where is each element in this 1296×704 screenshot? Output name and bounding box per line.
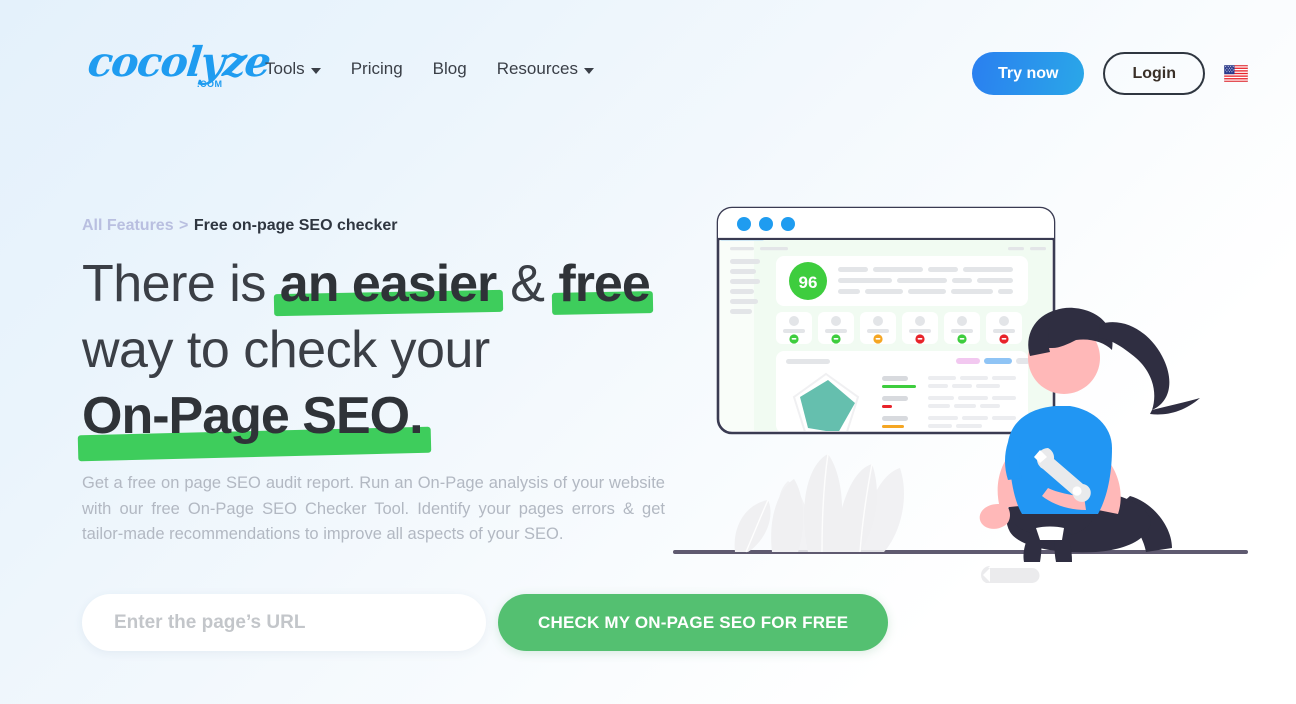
window-dot-3 xyxy=(781,217,795,231)
headline-highlight-seo: On-Page SEO. xyxy=(82,383,424,449)
headline-highlight-free: free xyxy=(558,251,650,317)
chevron-down-icon xyxy=(310,67,321,74)
headline-prefix: There is xyxy=(82,255,280,313)
breadcrumb-parent-link[interactable]: All Features xyxy=(82,217,174,234)
us-flag-icon[interactable] xyxy=(1224,65,1248,82)
hero-description: Get a free on page SEO audit report. Run… xyxy=(82,474,665,543)
headline-highlight-easier-text: an easier xyxy=(279,255,497,313)
nav-item-pricing[interactable]: Pricing xyxy=(351,57,403,81)
logo[interactable]: cocolyze .COM xyxy=(86,38,272,94)
login-button[interactable]: Login xyxy=(1103,52,1205,95)
logo-wordmark: cocolyze xyxy=(85,38,272,86)
score-value: 96 xyxy=(799,273,818,292)
nav-label-resources: Resources xyxy=(496,59,578,78)
wrench-ground-icon xyxy=(981,566,1040,583)
hero-content: All Features > Free on-page SEO checker … xyxy=(82,215,672,548)
illustration-canvas: 96 xyxy=(673,206,1248,583)
main-navigation: Tools Pricing Blog Resources xyxy=(265,57,594,81)
ground-line xyxy=(673,550,1248,554)
headline-line2: way to check your xyxy=(82,321,490,379)
window-dot-1 xyxy=(737,217,751,231)
tag-pink xyxy=(956,358,980,364)
breadcrumb-current: Free on-page SEO checker xyxy=(193,217,398,234)
plant-decoration xyxy=(734,454,905,552)
browser-mockup: 96 xyxy=(716,206,1056,435)
chevron-down-icon xyxy=(583,67,594,74)
headline-highlight-seo-text: On-Page SEO. xyxy=(82,387,424,445)
nav-item-resources[interactable]: Resources xyxy=(497,57,594,81)
try-now-button[interactable]: Try now xyxy=(972,52,1085,95)
window-dot-2 xyxy=(759,217,773,231)
nav-label-blog: Blog xyxy=(432,59,467,78)
headline-highlight-free-text: free xyxy=(558,255,650,313)
tag-blue xyxy=(984,358,1012,364)
headline-mid: & xyxy=(496,255,559,313)
headline-highlight-easier: an easier xyxy=(280,251,497,317)
site-header: cocolyze .COM Tools Pricing Blog Resourc… xyxy=(0,0,1296,146)
nav-item-blog[interactable]: Blog xyxy=(433,57,467,81)
header-actions: Try now Login xyxy=(972,52,1248,95)
breadcrumb-separator: > xyxy=(179,217,189,234)
logo-domain-suffix: .COM xyxy=(197,79,223,89)
breadcrumb: All Features > Free on-page SEO checker xyxy=(82,215,672,237)
url-input[interactable] xyxy=(82,594,486,651)
nav-label-pricing: Pricing xyxy=(350,59,403,78)
nav-item-tools[interactable]: Tools xyxy=(265,57,321,81)
page-title: There is an easier & free way to check y… xyxy=(82,251,672,449)
nav-label-tools: Tools xyxy=(265,59,305,78)
hero-illustration: 96 xyxy=(660,196,1280,616)
tag-gray xyxy=(1016,358,1030,364)
